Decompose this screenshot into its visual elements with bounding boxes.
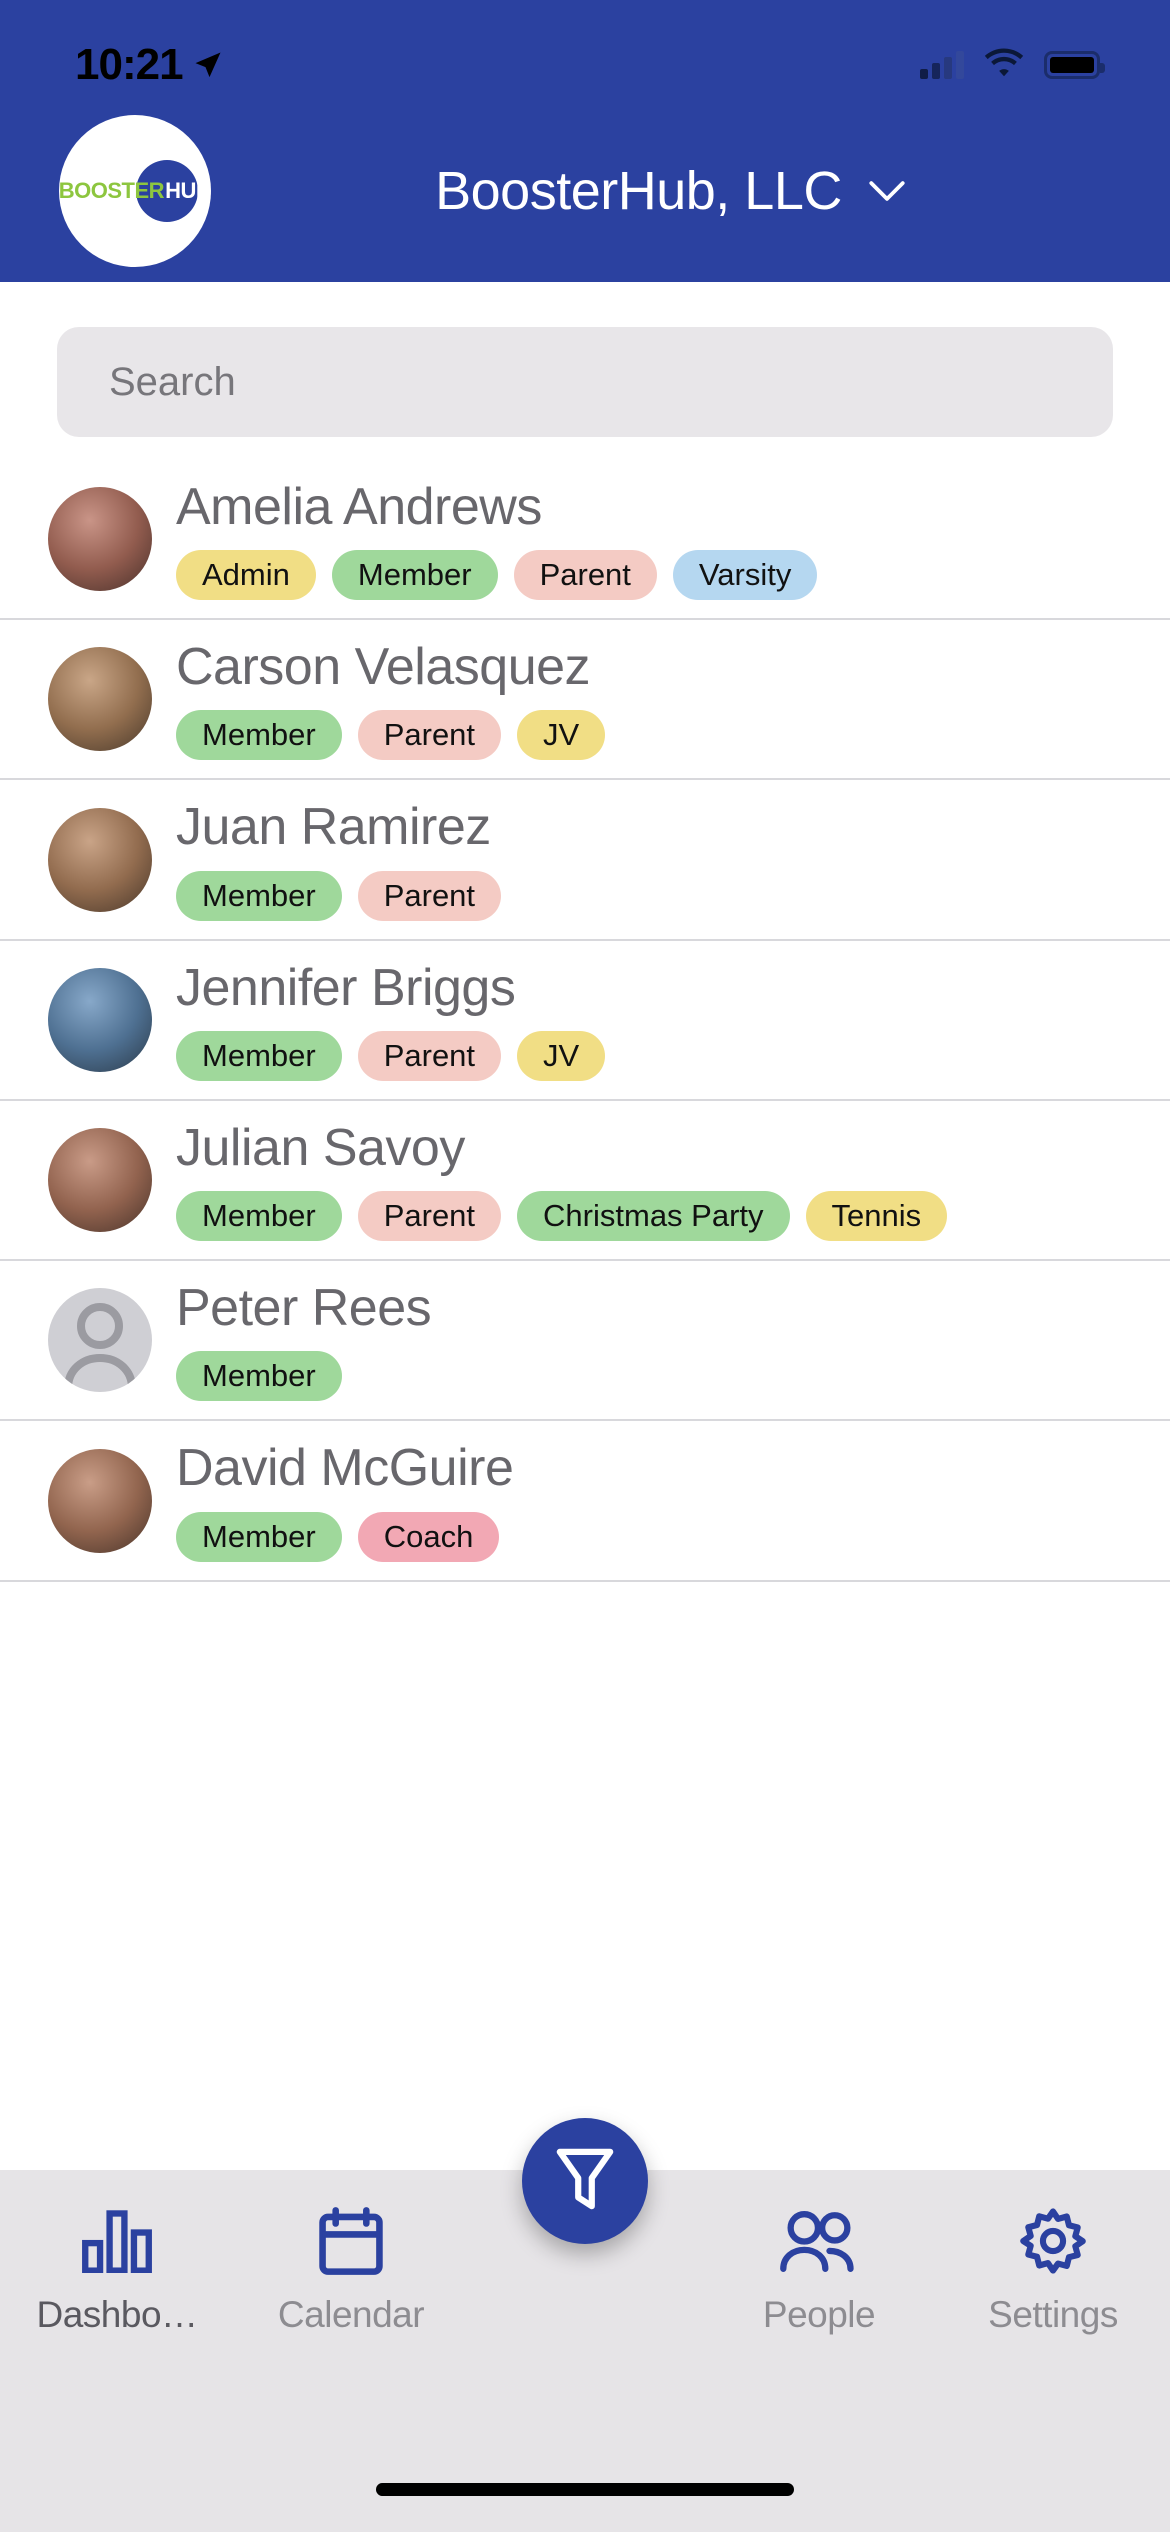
boosterhub-logo-icon: BOOSTER HUB <box>59 115 211 267</box>
person-tags: Member Coach <box>176 1511 513 1562</box>
calendar-icon <box>318 2202 384 2280</box>
person-name: Amelia Andrews <box>176 478 542 536</box>
bottom-tab-bar: Dashbo… Calendar People Settings <box>0 2118 1170 2532</box>
tag-badge: Member <box>176 1030 342 1081</box>
person-info: Amelia Andrews Admin Member Parent Varsity <box>176 460 818 618</box>
tag-badge: Christmas Party <box>517 1191 790 1242</box>
person-name: Carson Velasquez <box>176 638 591 697</box>
tag-badge: Member <box>176 710 342 761</box>
tag-badge: Member <box>176 1191 342 1242</box>
gear-icon <box>1018 2202 1088 2280</box>
person-tags: Member <box>176 1351 431 1402</box>
filter-funnel-button[interactable] <box>522 2118 648 2244</box>
tag-badge: JV <box>517 1030 606 1081</box>
person-info: Jennifer Briggs Member Parent JV <box>176 941 606 1099</box>
tag-badge: Varsity <box>672 550 818 601</box>
tab-label: Settings <box>988 2294 1118 2335</box>
person-name: Peter Rees <box>176 1279 432 1338</box>
tab-people[interactable]: People <box>702 2202 936 2336</box>
tag-badge: JV <box>517 710 606 761</box>
person-tags: Admin Member Parent Varsity <box>176 550 818 601</box>
wifi-icon <box>984 48 1024 82</box>
person-row[interactable]: Carson Velasquez Member Parent JV <box>0 620 1170 781</box>
people-icon <box>779 2202 859 2280</box>
tag-badge: Parent <box>357 1030 502 1081</box>
person-info: David McGuire Member Coach <box>176 1421 514 1579</box>
person-tags: Member Parent <box>176 870 502 921</box>
person-name: Julian Savoy <box>176 1118 465 1177</box>
bar-chart-icon <box>81 2202 153 2280</box>
chevron-down-icon[interactable] <box>868 180 906 202</box>
person-name: Juan Ramirez <box>176 798 491 857</box>
search-section: Search <box>0 282 1170 437</box>
people-list[interactable]: Amelia Andrews Admin Member Parent Varsity Ca… <box>0 460 1170 2170</box>
tab-dashbo[interactable]: Dashbo… <box>0 2202 234 2336</box>
location-arrow-icon <box>193 50 223 80</box>
org-selector[interactable]: BoosterHub, LLC <box>211 160 1130 222</box>
app-header: BOOSTER HUB BoosterHub, LLC <box>0 100 1170 282</box>
tab-label: People <box>762 2294 876 2335</box>
tag-badge: Coach <box>357 1511 500 1562</box>
person-tags: Member Parent JV <box>176 1030 606 1081</box>
avatar <box>48 1448 152 1553</box>
battery-full-icon <box>1044 51 1105 79</box>
status-bar-right <box>920 48 1110 82</box>
status-bar: 10:21 <box>0 0 1170 100</box>
person-row[interactable]: Peter Rees Member <box>0 1261 1170 1422</box>
tag-badge: Member <box>176 1511 342 1562</box>
person-info: Julian Savoy Member Parent Christmas Party T… <box>176 1101 948 1259</box>
search-input[interactable]: Search <box>57 327 1113 437</box>
tag-badge: Member <box>331 550 498 601</box>
search-placeholder: Search <box>109 359 236 404</box>
avatar <box>48 967 152 1072</box>
avatar <box>48 1128 152 1233</box>
logo-text-hub: HUB <box>165 178 211 203</box>
tag-badge: Member <box>176 1351 342 1402</box>
tab-label: Calendar <box>277 2294 425 2335</box>
avatar <box>48 807 152 912</box>
person-row[interactable]: David McGuire Member Coach <box>0 1421 1170 1582</box>
person-name: Jennifer Briggs <box>176 958 516 1017</box>
tag-badge: Parent <box>357 870 502 921</box>
cellular-signal-icon <box>920 51 964 79</box>
logo-text-booster: BOOSTER <box>59 178 165 203</box>
avatar <box>48 487 152 592</box>
tab-label: Dashbo… <box>36 2294 198 2335</box>
person-tags: Member Parent JV <box>176 710 606 761</box>
person-name: David McGuire <box>176 1439 514 1498</box>
person-tags: Member Parent Christmas Party Tennis <box>176 1191 948 1242</box>
avatar-placeholder-icon <box>48 1288 152 1393</box>
person-row[interactable]: Julian Savoy Member Parent Christmas Party T… <box>0 1100 1170 1262</box>
tag-badge: Parent <box>513 550 657 601</box>
tag-badge: Admin <box>176 550 316 601</box>
status-bar-clock: 10:21 <box>75 40 184 89</box>
person-info: Juan Ramirez Member Parent <box>176 780 502 938</box>
home-indicator <box>376 2483 794 2496</box>
tag-badge: Tennis <box>805 1191 948 1242</box>
filter-funnel-icon <box>554 2146 616 2217</box>
status-bar-left: 10:21 <box>75 40 223 90</box>
person-row[interactable]: Jennifer Briggs Member Parent JV <box>0 940 1170 1101</box>
org-name: BoosterHub, LLC <box>435 161 842 221</box>
person-info: Carson Velasquez Member Parent JV <box>176 620 606 778</box>
tag-badge: Parent <box>357 710 502 761</box>
tab-settings[interactable]: Settings <box>936 2202 1170 2336</box>
person-info: Peter Rees Member <box>176 1261 432 1419</box>
avatar <box>48 647 152 752</box>
person-row[interactable]: Amelia Andrews Admin Member Parent Varsity <box>0 460 1170 621</box>
tag-badge: Member <box>176 870 342 921</box>
tag-badge: Parent <box>357 1191 502 1242</box>
person-row[interactable]: Juan Ramirez Member Parent <box>0 780 1170 941</box>
tab-calendar[interactable]: Calendar <box>234 2202 468 2336</box>
